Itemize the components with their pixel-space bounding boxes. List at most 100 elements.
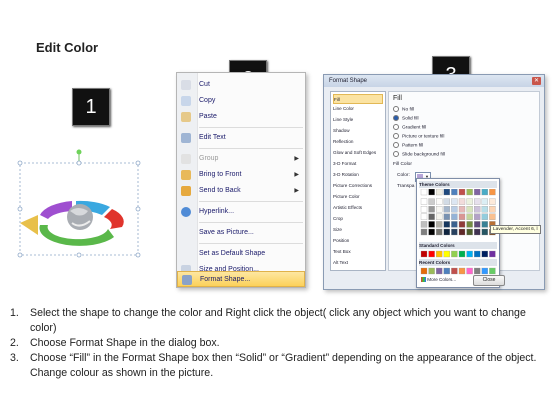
color-swatch[interactable] bbox=[481, 213, 488, 220]
color-swatch[interactable] bbox=[481, 198, 488, 205]
color-swatch[interactable] bbox=[458, 250, 466, 258]
picture-fill-radio[interactable]: Picture or texture fill bbox=[393, 133, 444, 141]
color-swatch[interactable] bbox=[443, 198, 450, 205]
color-swatch[interactable] bbox=[443, 250, 450, 258]
color-swatch[interactable] bbox=[420, 250, 428, 258]
menu-item-edit-text[interactable]: Edit Text bbox=[177, 130, 305, 146]
category-fill[interactable]: Fill bbox=[333, 94, 383, 104]
color-swatch[interactable] bbox=[458, 198, 466, 205]
color-swatch[interactable] bbox=[428, 206, 435, 213]
menu-item-send-to-back[interactable]: Send to Back ▶ bbox=[177, 183, 305, 199]
menu-item-group[interactable]: Group ▶ bbox=[177, 151, 305, 167]
color-swatch[interactable] bbox=[451, 221, 458, 228]
category-position[interactable]: Position bbox=[333, 236, 383, 246]
color-swatch[interactable] bbox=[420, 198, 428, 205]
color-swatch[interactable] bbox=[436, 267, 443, 275]
color-swatch[interactable] bbox=[428, 267, 435, 275]
color-swatch[interactable] bbox=[436, 250, 443, 258]
menu-item-copy[interactable]: Copy bbox=[177, 93, 305, 109]
category-text-box[interactable]: Text Box bbox=[333, 247, 383, 257]
color-swatch[interactable] bbox=[420, 213, 428, 220]
standard-color-row[interactable] bbox=[417, 250, 499, 258]
close-button[interactable]: Close bbox=[473, 275, 505, 286]
color-swatch[interactable] bbox=[420, 228, 428, 236]
category-line-style[interactable]: Line Style bbox=[333, 115, 383, 125]
category-crop[interactable]: Crop bbox=[333, 214, 383, 224]
slide-background-fill-radio[interactable]: Slide background fill bbox=[393, 151, 445, 159]
color-swatch[interactable] bbox=[466, 198, 473, 205]
color-swatch[interactable] bbox=[489, 213, 496, 220]
color-swatch[interactable] bbox=[466, 221, 473, 228]
color-swatch[interactable] bbox=[428, 213, 435, 220]
no-fill-radio[interactable]: No fill bbox=[393, 106, 414, 114]
color-swatch[interactable] bbox=[474, 267, 481, 275]
color-swatch[interactable] bbox=[443, 189, 450, 196]
color-swatch[interactable] bbox=[458, 213, 466, 220]
color-swatch[interactable] bbox=[481, 228, 488, 236]
color-swatch[interactable] bbox=[436, 206, 443, 213]
color-swatch[interactable] bbox=[481, 189, 488, 196]
color-swatch[interactable] bbox=[420, 267, 428, 275]
color-swatch[interactable] bbox=[458, 221, 466, 228]
category-3d-rotation[interactable]: 3-D Rotation bbox=[333, 170, 383, 180]
color-swatch[interactable] bbox=[428, 189, 435, 196]
gradient-fill-radio[interactable]: Gradient fill bbox=[393, 124, 426, 132]
category-picture-color[interactable]: Picture Color bbox=[333, 192, 383, 202]
selected-cycle-shape[interactable] bbox=[10, 145, 150, 265]
color-swatch[interactable] bbox=[489, 198, 496, 205]
solid-fill-radio[interactable]: Solid fill bbox=[393, 115, 419, 123]
color-swatch[interactable] bbox=[451, 267, 458, 275]
rotation-handle[interactable] bbox=[76, 149, 82, 155]
more-colors-link[interactable]: More Colors... bbox=[421, 277, 456, 283]
color-swatch[interactable] bbox=[481, 267, 488, 275]
menu-item-cut[interactable]: Cut bbox=[177, 77, 305, 93]
color-swatch[interactable] bbox=[420, 221, 428, 228]
color-swatch[interactable] bbox=[466, 228, 473, 236]
color-swatch[interactable] bbox=[420, 189, 428, 196]
menu-item-format-shape[interactable]: Format Shape... bbox=[177, 271, 305, 287]
category-shadow[interactable]: Shadow bbox=[333, 126, 383, 136]
color-swatch[interactable] bbox=[420, 206, 428, 213]
category-reflection[interactable]: Reflection bbox=[333, 137, 383, 147]
color-swatch[interactable] bbox=[458, 267, 466, 275]
color-swatch[interactable] bbox=[451, 250, 458, 258]
color-swatch[interactable] bbox=[481, 206, 488, 213]
category-3d-format[interactable]: 3-D Format bbox=[333, 159, 383, 169]
category-artistic-effects[interactable]: Artistic Effects bbox=[333, 203, 383, 213]
category-alt-text[interactable]: Alt Text bbox=[333, 258, 383, 268]
color-swatch[interactable] bbox=[436, 228, 443, 236]
color-swatch[interactable] bbox=[428, 221, 435, 228]
recent-color-row[interactable] bbox=[417, 267, 499, 275]
color-swatch[interactable] bbox=[443, 213, 450, 220]
color-swatch[interactable] bbox=[428, 250, 435, 258]
color-swatch[interactable] bbox=[481, 221, 488, 228]
color-swatch[interactable] bbox=[451, 189, 458, 196]
pattern-fill-radio[interactable]: Pattern fill bbox=[393, 142, 423, 150]
color-swatch[interactable] bbox=[474, 213, 481, 220]
color-swatch[interactable] bbox=[474, 189, 481, 196]
menu-item-set-default-shape[interactable]: Set as Default Shape bbox=[177, 246, 305, 262]
category-picture-corrections[interactable]: Picture Corrections bbox=[333, 181, 383, 191]
color-swatch[interactable] bbox=[458, 228, 466, 236]
color-swatch[interactable] bbox=[428, 228, 435, 236]
category-line-color[interactable]: Line Color bbox=[333, 104, 383, 114]
menu-item-bring-to-front[interactable]: Bring to Front ▶ bbox=[177, 167, 305, 183]
category-size[interactable]: Size bbox=[333, 225, 383, 235]
menu-item-paste[interactable]: Paste bbox=[177, 109, 305, 125]
color-swatch[interactable] bbox=[474, 206, 481, 213]
color-swatch[interactable] bbox=[443, 267, 450, 275]
color-swatch[interactable] bbox=[481, 250, 488, 258]
color-swatch[interactable] bbox=[436, 198, 443, 205]
color-swatch[interactable] bbox=[466, 267, 473, 275]
color-swatch[interactable] bbox=[436, 221, 443, 228]
color-swatch[interactable] bbox=[443, 206, 450, 213]
color-swatch[interactable] bbox=[466, 189, 473, 196]
color-swatch[interactable] bbox=[451, 228, 458, 236]
color-swatch[interactable] bbox=[489, 250, 496, 258]
color-swatch[interactable] bbox=[489, 189, 496, 196]
color-swatch[interactable] bbox=[489, 206, 496, 213]
color-swatch[interactable] bbox=[458, 206, 466, 213]
menu-item-hyperlink[interactable]: Hyperlink... bbox=[177, 204, 305, 220]
color-swatch[interactable] bbox=[436, 213, 443, 220]
color-swatch[interactable] bbox=[451, 198, 458, 205]
